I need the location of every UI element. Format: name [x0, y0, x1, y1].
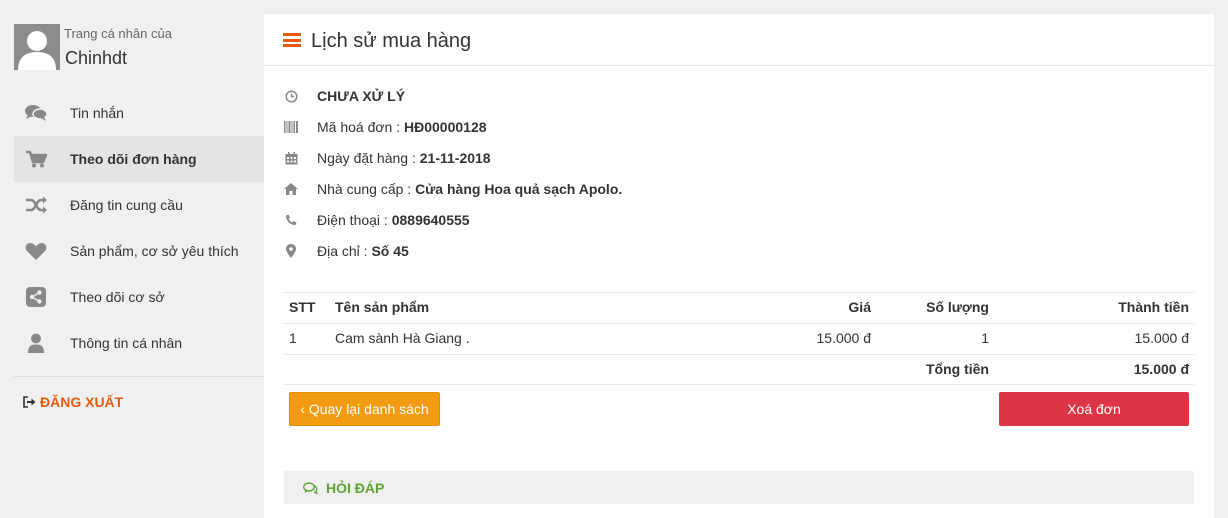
sidebar-item-order-tracking[interactable]: Theo dõi đơn hàng — [14, 136, 264, 182]
address-value: Số 45 — [371, 243, 409, 259]
sidebar-item-post-supply[interactable]: Đăng tin cung cầu — [14, 182, 264, 228]
table-sum-row: Tổng tiền 15.000 đ — [284, 354, 1194, 385]
supplier-value: Cửa hàng Hoa quả sạch Apolo. — [415, 181, 623, 197]
supplier-label: Nhà cung cấp : — [317, 181, 416, 197]
sidebar-item-label: Sản phẩm, cơ sở yêu thích — [70, 243, 239, 259]
profile-name[interactable]: Chinhdt — [65, 48, 127, 69]
supplier-row: Nhà cung cấp : Cửa hàng Hoa quả sạch Apo… — [284, 178, 884, 209]
sum-label: Tổng tiền — [926, 361, 989, 377]
calendar-icon — [284, 151, 298, 165]
sum-value: 15.000 đ — [1133, 361, 1189, 377]
back-to-list-button[interactable]: ‹ Quay lại danh sách — [289, 392, 440, 426]
sidebar-divider — [14, 376, 264, 377]
address-text: Địa chỉ : Số 45 — [317, 243, 409, 259]
logout-label: ĐĂNG XUẤT — [40, 394, 124, 410]
map-marker-icon — [284, 244, 298, 258]
user-icon — [24, 333, 48, 353]
cell-price: 15.000 đ — [816, 330, 872, 346]
profile-header: Trang cá nhân của Chinhdt — [14, 14, 264, 84]
sidebar-item-label: Tin nhắn — [70, 105, 124, 121]
table-header-row: STT Tên sản phẩm Giá Số lượng Thành tiền — [284, 292, 1194, 323]
phone-value: 0889640555 — [391, 212, 470, 228]
table-row: 1 Cam sành Hà Giang . 15.000 đ 1 15.000 … — [284, 323, 1194, 354]
panel-header: Lịch sử mua hàng — [264, 14, 1214, 66]
cell-product: Cam sành Hà Giang . — [335, 330, 470, 346]
sidebar-item-label: Đăng tin cung cầu — [70, 197, 183, 213]
address-label: Địa chỉ : — [317, 243, 372, 259]
sidebar-item-label: Theo dõi cơ sở — [70, 289, 165, 305]
order-date-label: Ngày đặt hàng : — [317, 150, 420, 166]
order-info: CHƯA XỬ LÝ Mã hoá đơn : HĐ00000128 Ngày … — [284, 85, 884, 271]
invoice-label: Mã hoá đơn : — [317, 119, 405, 135]
order-items-table: STT Tên sản phẩm Giá Số lượng Thành tiền… — [284, 292, 1194, 385]
order-status: CHƯA XỬ LÝ — [317, 88, 406, 104]
profile-caption: Trang cá nhân của — [64, 26, 172, 41]
invoice-value: HĐ00000128 — [404, 119, 487, 135]
column-header-total: Thành tiền — [1118, 299, 1189, 315]
order-history-panel: Lịch sử mua hàng CHƯA XỬ LÝ Mã hoá đơn :… — [264, 14, 1214, 518]
comments-icon — [303, 481, 318, 494]
invoice-text: Mã hoá đơn : HĐ00000128 — [317, 119, 487, 135]
sign-out-icon — [23, 396, 36, 408]
address-row: Địa chỉ : Số 45 — [284, 240, 884, 271]
avatar[interactable] — [14, 24, 60, 70]
sidebar-item-messages[interactable]: Tin nhắn — [14, 90, 264, 136]
sidebar-item-label: Theo dõi đơn hàng — [70, 151, 197, 167]
clock-icon — [284, 89, 298, 103]
page-title: Lịch sử mua hàng — [311, 30, 472, 52]
qa-section-header[interactable]: HỎI ĐÁP — [284, 471, 1194, 504]
phone-label: Điện thoại : — [317, 212, 392, 228]
order-date-row: Ngày đặt hàng : 21-11-2018 — [284, 147, 884, 178]
share-icon — [24, 287, 48, 307]
chat-icon — [24, 103, 48, 123]
column-header-price: Giá — [848, 299, 871, 315]
sidebar-item-profile[interactable]: Thông tin cá nhân — [14, 320, 264, 366]
supplier-text: Nhà cung cấp : Cửa hàng Hoa quả sạch Apo… — [317, 181, 622, 197]
column-header-quantity: Số lượng — [926, 299, 989, 315]
sidebar: Trang cá nhân của Chinhdt Tin nhắn Theo … — [14, 14, 264, 518]
cart-icon — [24, 149, 48, 169]
home-icon — [284, 182, 298, 196]
order-date-value: 21-11-2018 — [419, 150, 491, 166]
phone-icon — [284, 213, 298, 227]
shuffle-icon — [24, 195, 48, 215]
column-header-product: Tên sản phẩm — [335, 299, 430, 315]
sidebar-item-follow-stores[interactable]: Theo dõi cơ sở — [14, 274, 264, 320]
cell-quantity: 1 — [981, 330, 989, 346]
order-date-text: Ngày đặt hàng : 21-11-2018 — [317, 150, 491, 166]
sidebar-item-favorites[interactable]: Sản phẩm, cơ sở yêu thích — [14, 228, 264, 274]
delete-order-button[interactable]: Xoá đơn — [999, 392, 1189, 426]
heart-icon — [24, 241, 48, 261]
order-status-row: CHƯA XỬ LÝ — [284, 85, 884, 116]
qa-label: HỎI ĐÁP — [326, 479, 385, 496]
phone-row: Điện thoại : 0889640555 — [284, 209, 884, 240]
sidebar-item-label: Thông tin cá nhân — [70, 335, 183, 351]
phone-text: Điện thoại : 0889640555 — [317, 212, 470, 228]
invoice-row: Mã hoá đơn : HĐ00000128 — [284, 116, 884, 147]
sidebar-menu: Tin nhắn Theo dõi đơn hàng Đăng tin cung… — [14, 90, 264, 366]
hamburger-icon[interactable] — [283, 33, 301, 47]
column-header-stt: STT — [289, 299, 316, 315]
barcode-icon — [284, 120, 298, 134]
logout-link[interactable]: ĐĂNG XUẤT — [23, 394, 123, 410]
user-avatar-icon — [14, 24, 60, 70]
cell-stt: 1 — [289, 330, 297, 346]
cell-total: 15.000 đ — [1134, 330, 1190, 346]
